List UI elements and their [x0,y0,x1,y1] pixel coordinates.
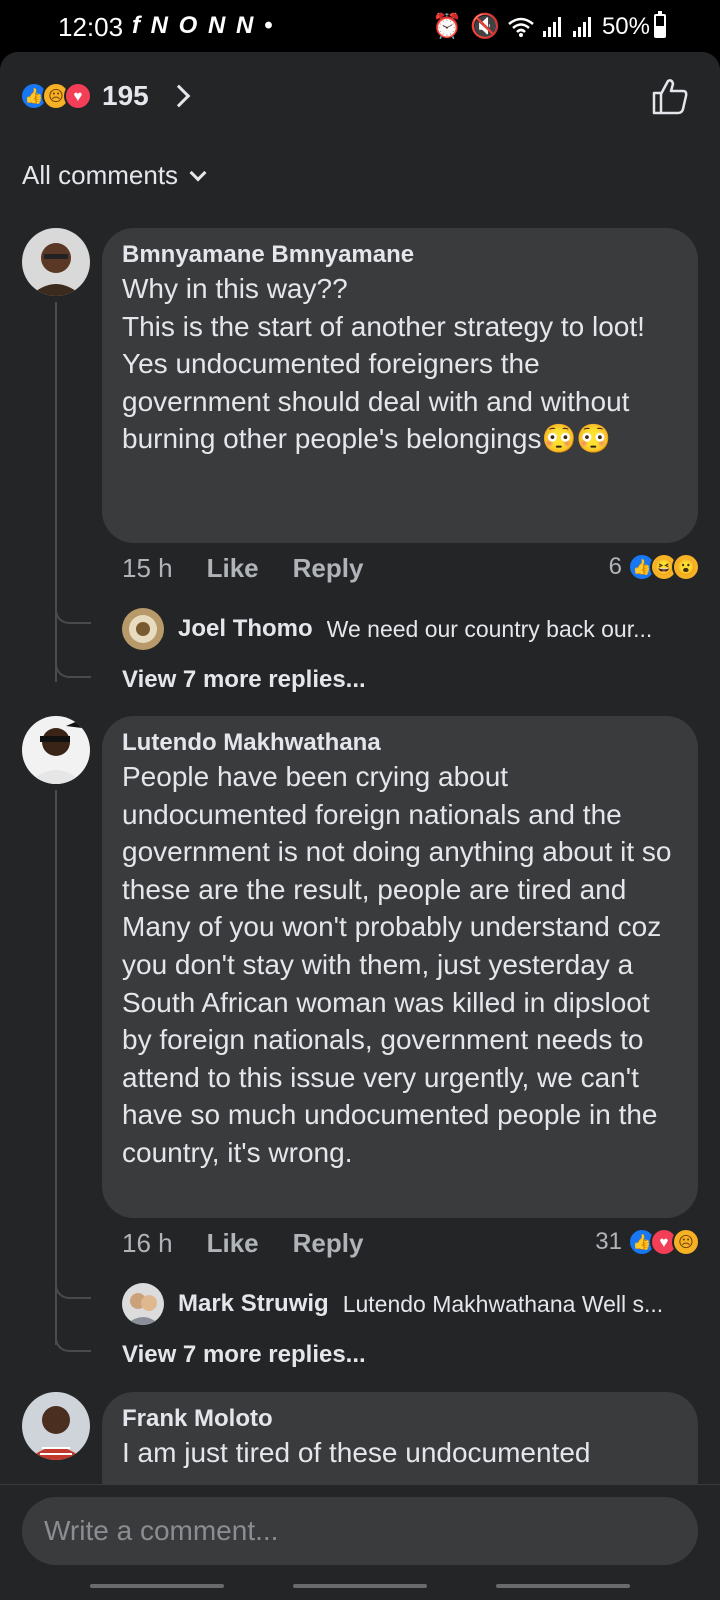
alarm-icon: ⏰ [432,13,463,40]
reaction-icons: 👍 ☹ ♥ [20,82,92,110]
comment-reaction-count: 31 [595,1228,622,1255]
reply-avatar [122,608,164,650]
comment-text: I am just tired of these undocumented [122,1437,591,1468]
wow-reaction-icon: 😮 [672,553,700,581]
status-bar: 12:03 f N O N N • ⏰ 🔇 50% [0,0,720,52]
sort-label: All comments [22,160,179,190]
comment-reactions[interactable]: 6 👍 😆 😮 [609,553,700,581]
reply-author: Mark Struwig [178,1290,329,1317]
comments-sheet: 👍 ☹ ♥ 195 All comments Bmnyamane Bmnyama… [0,52,720,1600]
nav-back[interactable] [496,1584,630,1588]
like-post-icon[interactable] [650,76,690,116]
status-time: 12:03 [58,12,124,42]
view-more-replies-link[interactable]: View 7 more replies... [122,1341,366,1369]
comment-bubble[interactable]: Lutendo Makhwathana People have been cry… [102,716,698,1218]
signal-icon-2 [572,16,591,37]
comment-reactions[interactable]: 31 👍 ♥ ☹ [595,1228,700,1256]
reply-button[interactable]: Reply [293,1228,364,1259]
nav-home[interactable] [293,1584,427,1588]
reply-preview[interactable]: Mark Struwig Lutendo Makhwathana Well s.… [122,1283,692,1325]
reaction-summary[interactable]: 👍 ☹ ♥ 195 [20,76,191,116]
like-button[interactable]: Like [207,553,259,584]
comment-input[interactable] [22,1497,698,1565]
love-reaction-icon: ♥ [64,82,92,110]
thread-connector [55,1279,91,1299]
like-button[interactable]: Like [207,1228,259,1259]
thread-connector [55,658,91,678]
thread-line [55,302,57,682]
reply-author: Joel Thomo [178,615,313,642]
comment-time: 15 h [122,553,173,583]
reply-text: Lutendo Makhwathana Well s... [342,1290,664,1317]
battery-percent: 50% [601,12,650,40]
chevron-down-icon [189,164,207,181]
reply-preview[interactable]: Joel Thomo We need our country back our.… [122,608,692,650]
reaction-count: 195 [102,80,149,111]
thread-line [55,790,57,1345]
thread-connector [55,604,91,624]
reply-avatar [122,1283,164,1325]
comment-actions: 16 h Like Reply [122,1228,363,1259]
status-icons: ⏰ 🔇 50% [432,12,650,41]
comment-reaction-icons: 👍 ♥ ☹ [628,1228,700,1256]
sort-comments-dropdown[interactable]: All comments [22,160,207,191]
view-more-replies-link[interactable]: View 7 more replies... [122,666,366,694]
thread-connector [55,1332,91,1352]
comment-bubble[interactable]: Bmnyamane Bmnyamane Why in this way?? Th… [102,228,698,543]
wifi-icon [508,17,534,37]
comment-actions: 15 h Like Reply [122,553,363,584]
avatar[interactable] [22,716,90,784]
comment-author[interactable]: Frank Moloto [122,1404,678,1434]
battery-icon [654,11,666,38]
avatar[interactable] [22,228,90,296]
mute-icon: 🔇 [470,13,500,40]
reply-button[interactable]: Reply [293,553,364,584]
signal-icon [542,16,561,37]
reply-text: We need our country back our... [326,615,653,642]
nav-recents[interactable] [90,1584,224,1588]
comment-time: 16 h [122,1228,173,1258]
notification-icons: f N O N N • [132,12,275,39]
comment-composer[interactable] [22,1497,698,1565]
comment-text: People have been crying about undocument… [122,761,680,1168]
comment-author[interactable]: Bmnyamane Bmnyamane [122,240,678,270]
avatar[interactable] [22,1392,90,1460]
sad-reaction-icon: ☹ [672,1228,700,1256]
chevron-right-icon [167,84,191,108]
comment-text: Why in this way?? This is the start of a… [122,273,645,455]
comment-reaction-count: 6 [608,553,622,580]
comment-reaction-icons: 👍 😆 😮 [628,553,700,581]
comment-author[interactable]: Lutendo Makhwathana [122,728,678,758]
system-nav-bar [0,1566,720,1600]
